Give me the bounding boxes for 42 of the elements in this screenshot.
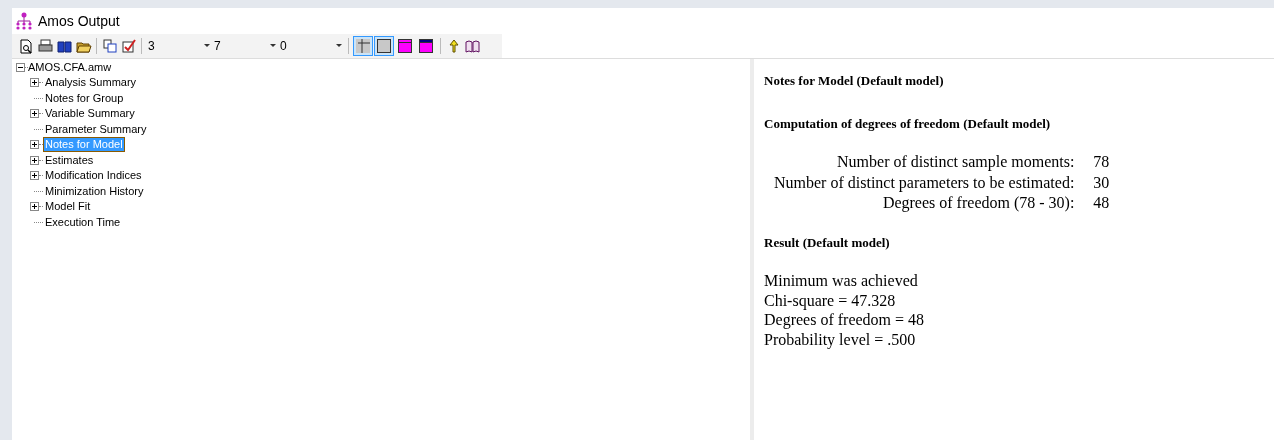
expand-icon[interactable]: [30, 109, 39, 119]
tree-item[interactable]: Notes for Group: [44, 91, 125, 105]
expand-icon[interactable]: [30, 140, 39, 150]
expand-icon[interactable]: [30, 171, 39, 181]
window-title: Amos Output: [38, 11, 120, 31]
grid-view-toggle[interactable]: [353, 36, 373, 56]
checkbox-button[interactable]: [120, 37, 137, 55]
section-heading: Result (Default model): [764, 233, 891, 252]
print-button[interactable]: [37, 37, 54, 55]
collapse-icon[interactable]: [16, 63, 25, 72]
print-preview-button[interactable]: [18, 37, 35, 55]
output-heading: Notes for Model (Default model): [764, 72, 945, 90]
book-button[interactable]: [464, 37, 481, 55]
caret-icon: [336, 44, 342, 48]
app-logo-icon: [14, 12, 34, 30]
caret-icon: [270, 44, 276, 48]
tree-item[interactable]: Analysis Summary: [44, 76, 138, 90]
tree-item[interactable]: Variable Summary: [44, 107, 136, 121]
row-label: Number of distinct sample moments:: [836, 152, 1075, 173]
result-line: Minimum was achieved: [764, 271, 919, 291]
row-value: 78: [1093, 152, 1110, 172]
plain-view-toggle[interactable]: [374, 36, 394, 56]
expand-icon[interactable]: [30, 78, 39, 88]
row-label: Number of distinct parameters to be estimated:: [774, 172, 1075, 193]
caret-icon: [204, 44, 210, 48]
row-value: 30: [1093, 172, 1110, 193]
tree-item[interactable]: AMOS.CFA.amw: [28, 60, 112, 75]
row-label: Degrees of freedom (78 - 30):: [881, 193, 1075, 214]
tree-item[interactable]: Model Fit: [44, 200, 92, 214]
row-value: 48: [1093, 193, 1110, 213]
result-line: Probability level = .500: [764, 329, 917, 349]
tree-item[interactable]: Estimates: [44, 153, 95, 167]
copy-button[interactable]: [101, 37, 118, 55]
expand-icon[interactable]: [30, 202, 39, 212]
result-line: Degrees of freedom = 48: [764, 310, 926, 330]
result-line: Chi-square = 47.328: [764, 290, 897, 310]
tree-item[interactable]: Execution Time: [44, 215, 122, 229]
tree-item[interactable]: Modification Indices: [44, 169, 143, 183]
tree-item[interactable]: Minimization History: [44, 184, 145, 198]
tree-item[interactable]: Parameter Summary: [44, 122, 148, 136]
section-heading: Computation of degrees of freedom (Default model): [764, 114, 1052, 133]
expand-icon[interactable]: [30, 155, 39, 165]
